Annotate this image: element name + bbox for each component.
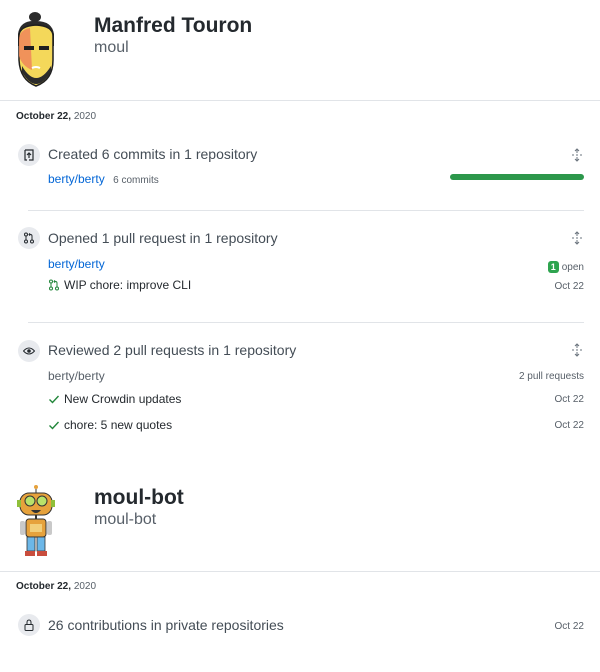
review-title[interactable]: chore: 5 new quotes	[64, 418, 172, 432]
unfold-icon[interactable]	[570, 343, 584, 357]
review-count: 2 pull requests	[518, 371, 584, 382]
unfold-icon[interactable]	[570, 148, 584, 162]
repo-row: berty/berty 6 commits	[48, 170, 159, 188]
divider	[28, 210, 584, 211]
user-name[interactable]: moul-bot	[94, 486, 184, 510]
pr-date: Oct 22	[554, 281, 584, 292]
review-title[interactable]: New Crowdin updates	[64, 392, 181, 406]
activity-icon-private	[18, 614, 40, 636]
check-icon	[49, 421, 60, 430]
user-name[interactable]: Manfred Touron	[94, 14, 252, 38]
activity-title: Created 6 commits in 1 repository	[48, 146, 258, 162]
repo-push-icon	[24, 149, 34, 161]
repo-link[interactable]: berty/berty	[48, 257, 105, 271]
user-login[interactable]: moul	[94, 39, 129, 57]
open-count-badge: 1	[547, 261, 559, 273]
unfold-icon[interactable]	[570, 231, 584, 245]
divider	[28, 322, 584, 323]
pr-item[interactable]: WIP chore: improve CLI	[48, 278, 191, 292]
repo-name: berty/berty	[48, 369, 105, 383]
divider	[0, 571, 600, 572]
activity-icon-pull-request	[18, 227, 40, 249]
review-date: Oct 22	[554, 394, 584, 405]
open-label: open	[561, 262, 584, 273]
repo-link[interactable]: berty/berty	[48, 172, 105, 186]
user-login[interactable]: moul-bot	[94, 511, 156, 529]
activity-title: Reviewed 2 pull requests in 1 repository	[48, 342, 297, 358]
check-icon	[49, 395, 60, 404]
pr-title[interactable]: WIP chore: improve CLI	[64, 278, 191, 292]
activity-title: 26 contributions in private repositories	[48, 617, 284, 633]
date-month-day: October 22,	[16, 111, 72, 122]
date-year: 2020	[73, 581, 97, 592]
activity-date-label: Oct 22	[554, 621, 584, 632]
review-item[interactable]: New Crowdin updates	[48, 392, 181, 406]
date-year: 2020	[73, 111, 97, 122]
activity-date: October 22, 2020	[16, 111, 96, 122]
git-pull-request-icon	[24, 232, 34, 244]
eye-icon	[23, 347, 35, 355]
activity-icon-commits	[18, 144, 40, 166]
activity-icon-review	[18, 340, 40, 362]
review-date: Oct 22	[554, 420, 584, 431]
divider	[0, 100, 600, 101]
activity-title: Opened 1 pull request in 1 repository	[48, 230, 278, 246]
avatar[interactable]	[10, 10, 62, 90]
lock-icon	[24, 619, 34, 631]
commit-count: 6 commits	[113, 175, 159, 186]
commits-progress-bar	[450, 174, 584, 180]
pr-status: 1 open	[547, 257, 584, 275]
git-pull-request-icon	[49, 279, 59, 291]
review-item[interactable]: chore: 5 new quotes	[48, 418, 172, 432]
avatar[interactable]	[16, 484, 56, 558]
date-month-day: October 22,	[16, 581, 72, 592]
activity-date: October 22, 2020	[16, 581, 96, 592]
